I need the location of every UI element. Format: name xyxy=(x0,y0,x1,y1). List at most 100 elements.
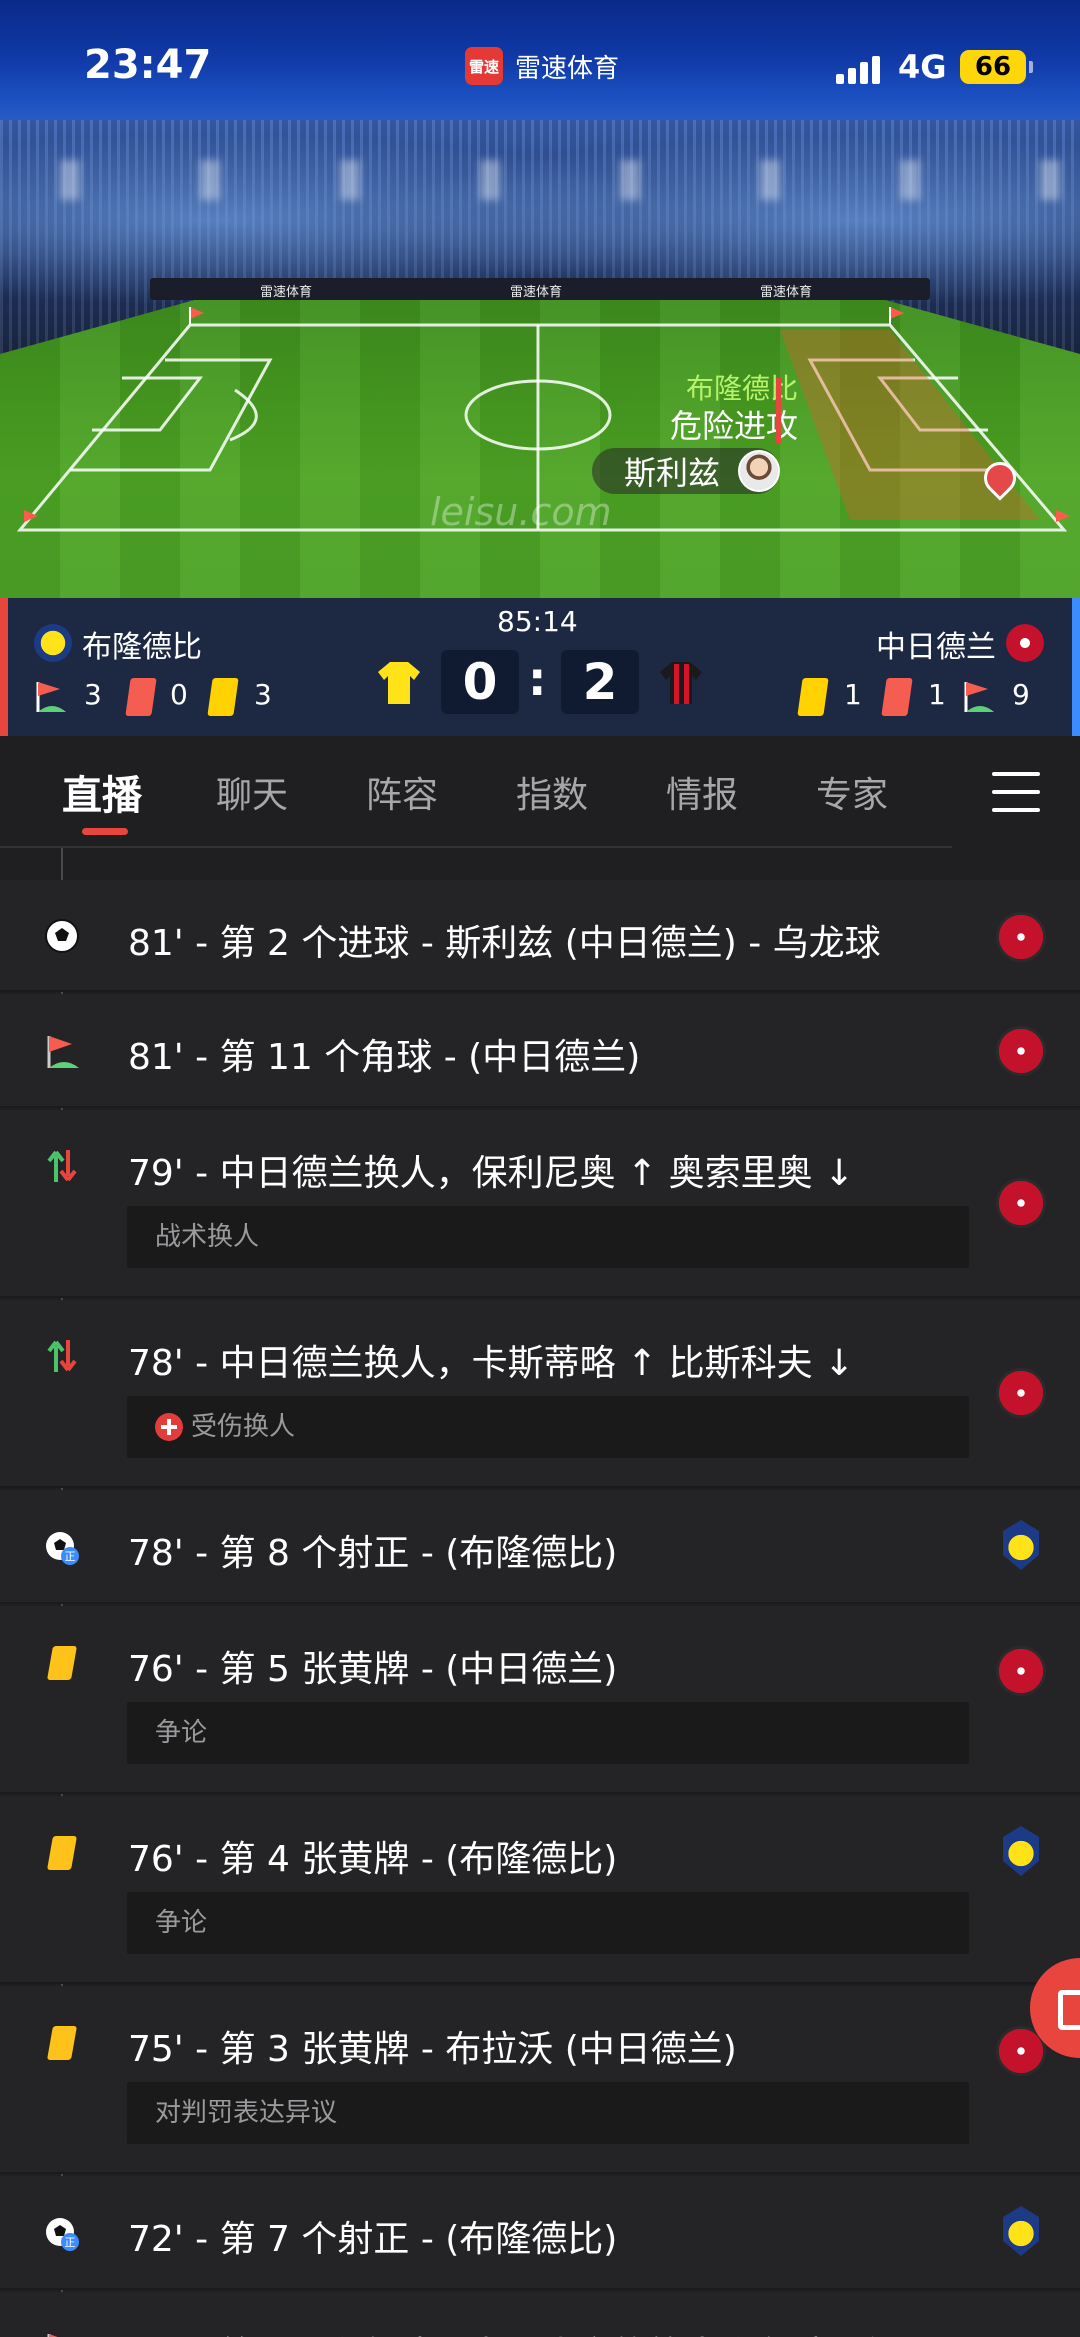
app-name: 雷速体育 xyxy=(515,53,620,84)
event-timeline: 81' - 第 2 个进球 - 斯利兹 (中日德兰) - 乌龙球 81' - 第… xyxy=(0,848,1080,2337)
divider xyxy=(0,1982,1080,1984)
away-yellow-card-icon xyxy=(797,678,829,716)
away-team-badge-icon xyxy=(996,912,1046,962)
home-team-name[interactable]: 布隆德比 xyxy=(82,622,202,666)
menu-icon[interactable] xyxy=(992,772,1040,812)
watermark: leisu.com xyxy=(430,490,612,534)
player-name: 斯利兹 xyxy=(624,454,721,492)
away-red-cards: 1 xyxy=(928,678,946,711)
timeline-event[interactable]: 75' - 第 3 张黄牌 - 布拉沃 (中日德兰) 对判罚表达异议 xyxy=(0,1986,1080,2174)
event-text: 75' - 第 3 张黄牌 - 布拉沃 (中日德兰) xyxy=(128,2029,737,2070)
event-note-text: 对判罚表达异议 xyxy=(155,2098,338,2128)
clock: 23:47 xyxy=(84,42,212,88)
tab-intel[interactable]: 情报 xyxy=(666,766,738,818)
player-avatar xyxy=(738,450,780,492)
away-team-badge-icon xyxy=(996,1178,1046,1228)
event-text: 70' - 第 10 个角球 - 中场比赛的第十个角球已经 xyxy=(128,2326,900,2337)
home-yellow-card-icon xyxy=(207,678,239,716)
event-text: 81' - 第 11 个角球 - (中日德兰) xyxy=(128,1037,641,1078)
tab-lineup[interactable]: 阵容 xyxy=(366,766,438,818)
away-corners: 9 xyxy=(1012,678,1030,711)
corner-flag-icon xyxy=(47,2334,58,2337)
home-corners: 3 xyxy=(84,678,102,711)
timeline-event[interactable]: 81' - 第 2 个进球 - 斯利兹 (中日德兰) - 乌龙球 xyxy=(0,880,1080,992)
away-team-badge-icon xyxy=(996,1646,1046,1696)
scoreboard: 布隆德比 中日德兰 85:14 0 : 2 3 0 3 1 1 9 xyxy=(0,598,1080,736)
substitution-icon xyxy=(47,1340,77,1372)
tab-chat[interactable]: 聊天 xyxy=(216,766,288,818)
event-note-text: 争论 xyxy=(155,1718,208,1748)
tab-odds[interactable]: 指数 xyxy=(516,766,588,818)
event-text: 76' - 第 5 张黄牌 - (中日德兰) xyxy=(128,1649,618,1690)
timeline-event[interactable]: 76' - 第 5 张黄牌 - (中日德兰) 争论 xyxy=(0,1606,1080,1794)
divider xyxy=(0,990,1080,992)
status-bar: 23:47 雷速 雷速体育 4G 66 xyxy=(0,0,1080,130)
timeline-event[interactable]: 70' - 第 10 个角球 - 中场比赛的第十个角球已经 xyxy=(0,2292,1080,2337)
network-type: 4G xyxy=(898,48,947,86)
timeline-event[interactable]: 79' - 中日德兰换人，保利尼奥 ↑ 奥索里奥 ↓ 战术换人 xyxy=(0,1110,1080,1298)
away-corner-flag-icon xyxy=(964,682,994,712)
yellow-card-icon xyxy=(47,2026,77,2060)
substitution-icon xyxy=(47,1150,77,1182)
tab-live[interactable]: 直播 xyxy=(62,763,142,821)
home-edge-marker xyxy=(0,598,8,736)
tab-bar: 直播 聊天 阵容 指数 情报 专家 xyxy=(0,736,1080,846)
divider xyxy=(0,1106,1080,1108)
event-text: 78' - 中日德兰换人，卡斯蒂略 ↑ 比斯科夫 ↓ xyxy=(128,1343,855,1384)
divider xyxy=(0,2288,1080,2290)
event-text: 81' - 第 2 个进球 - 斯利兹 (中日德兰) - 乌龙球 xyxy=(128,923,881,964)
shot-on-target-icon: 正 xyxy=(46,2218,79,2251)
goal-icon xyxy=(45,919,79,953)
corner-flag-icon xyxy=(47,1036,79,1068)
svg-text:正: 正 xyxy=(65,1550,76,1563)
home-yellow-cards: 3 xyxy=(254,678,272,711)
divider xyxy=(0,1602,1080,1604)
divider xyxy=(0,1296,1080,1298)
home-team-badge-icon xyxy=(1003,1826,1039,1876)
event-text: 79' - 中日德兰换人，保利尼奥 ↑ 奥索里奥 ↓ xyxy=(128,1153,855,1194)
timeline-event[interactable]: 正 78' - 第 8 个射正 - (布隆德比) xyxy=(0,1490,1080,1604)
event-note: 受伤换人 xyxy=(127,1396,969,1458)
away-team-badge-icon xyxy=(996,1026,1046,1076)
divider xyxy=(0,2172,1080,2174)
event-note: 争论 xyxy=(127,1702,969,1764)
medical-icon xyxy=(155,1413,183,1441)
app-title: 雷速 雷速体育 xyxy=(465,47,619,85)
timeline-event[interactable]: 76' - 第 4 张黄牌 - (布隆德比) 争论 xyxy=(0,1796,1080,1984)
timeline-event[interactable]: 正 72' - 第 7 个射正 - (布隆德比) xyxy=(0,2176,1080,2290)
away-yellow-cards: 1 xyxy=(844,678,862,711)
event-note: 战术换人 xyxy=(127,1206,969,1268)
active-tab-indicator xyxy=(82,828,128,835)
home-team-badge-icon xyxy=(1003,2206,1039,2256)
battery-icon: 66 xyxy=(960,50,1033,84)
signal-strength-icon xyxy=(836,52,886,84)
tab-experts[interactable]: 专家 xyxy=(816,766,888,818)
home-team-crest-icon[interactable] xyxy=(34,624,72,662)
event-note-text: 战术换人 xyxy=(155,1222,260,1252)
away-team-name[interactable]: 中日德兰 xyxy=(876,622,996,666)
attack-marker-bar xyxy=(776,378,781,444)
away-edge-marker xyxy=(1072,598,1080,736)
event-note: 争论 xyxy=(127,1892,969,1954)
divider xyxy=(0,1792,1080,1794)
away-score: 2 xyxy=(561,650,639,714)
yellow-card-icon xyxy=(47,1646,77,1680)
event-text: 76' - 第 4 张黄牌 - (布隆德比) xyxy=(128,1839,618,1880)
event-note: 对判罚表达异议 xyxy=(127,2082,969,2144)
event-note-text: 争论 xyxy=(155,1908,208,1938)
away-jersey-icon xyxy=(660,662,702,704)
event-note-text: 受伤换人 xyxy=(191,1412,296,1442)
event-text: 78' - 第 8 个射正 - (布隆德比) xyxy=(128,1533,618,1574)
away-red-card-icon xyxy=(881,678,913,716)
away-team-badge-icon xyxy=(996,1368,1046,1418)
home-corner-flag-icon xyxy=(36,682,66,712)
divider xyxy=(0,1486,1080,1488)
app-logo-icon: 雷速 xyxy=(465,47,503,85)
shot-on-target-icon: 正 xyxy=(46,1532,79,1565)
away-team-crest-icon[interactable] xyxy=(1006,624,1044,662)
timeline-event[interactable]: 81' - 第 11 个角球 - (中日德兰) xyxy=(0,994,1080,1108)
timeline-event[interactable]: 78' - 中日德兰换人，卡斯蒂略 ↑ 比斯科夫 ↓ 受伤换人 xyxy=(0,1300,1080,1488)
yellow-card-icon xyxy=(47,1836,77,1870)
home-team-badge-icon xyxy=(1003,1520,1039,1570)
svg-text:正: 正 xyxy=(65,2236,76,2249)
